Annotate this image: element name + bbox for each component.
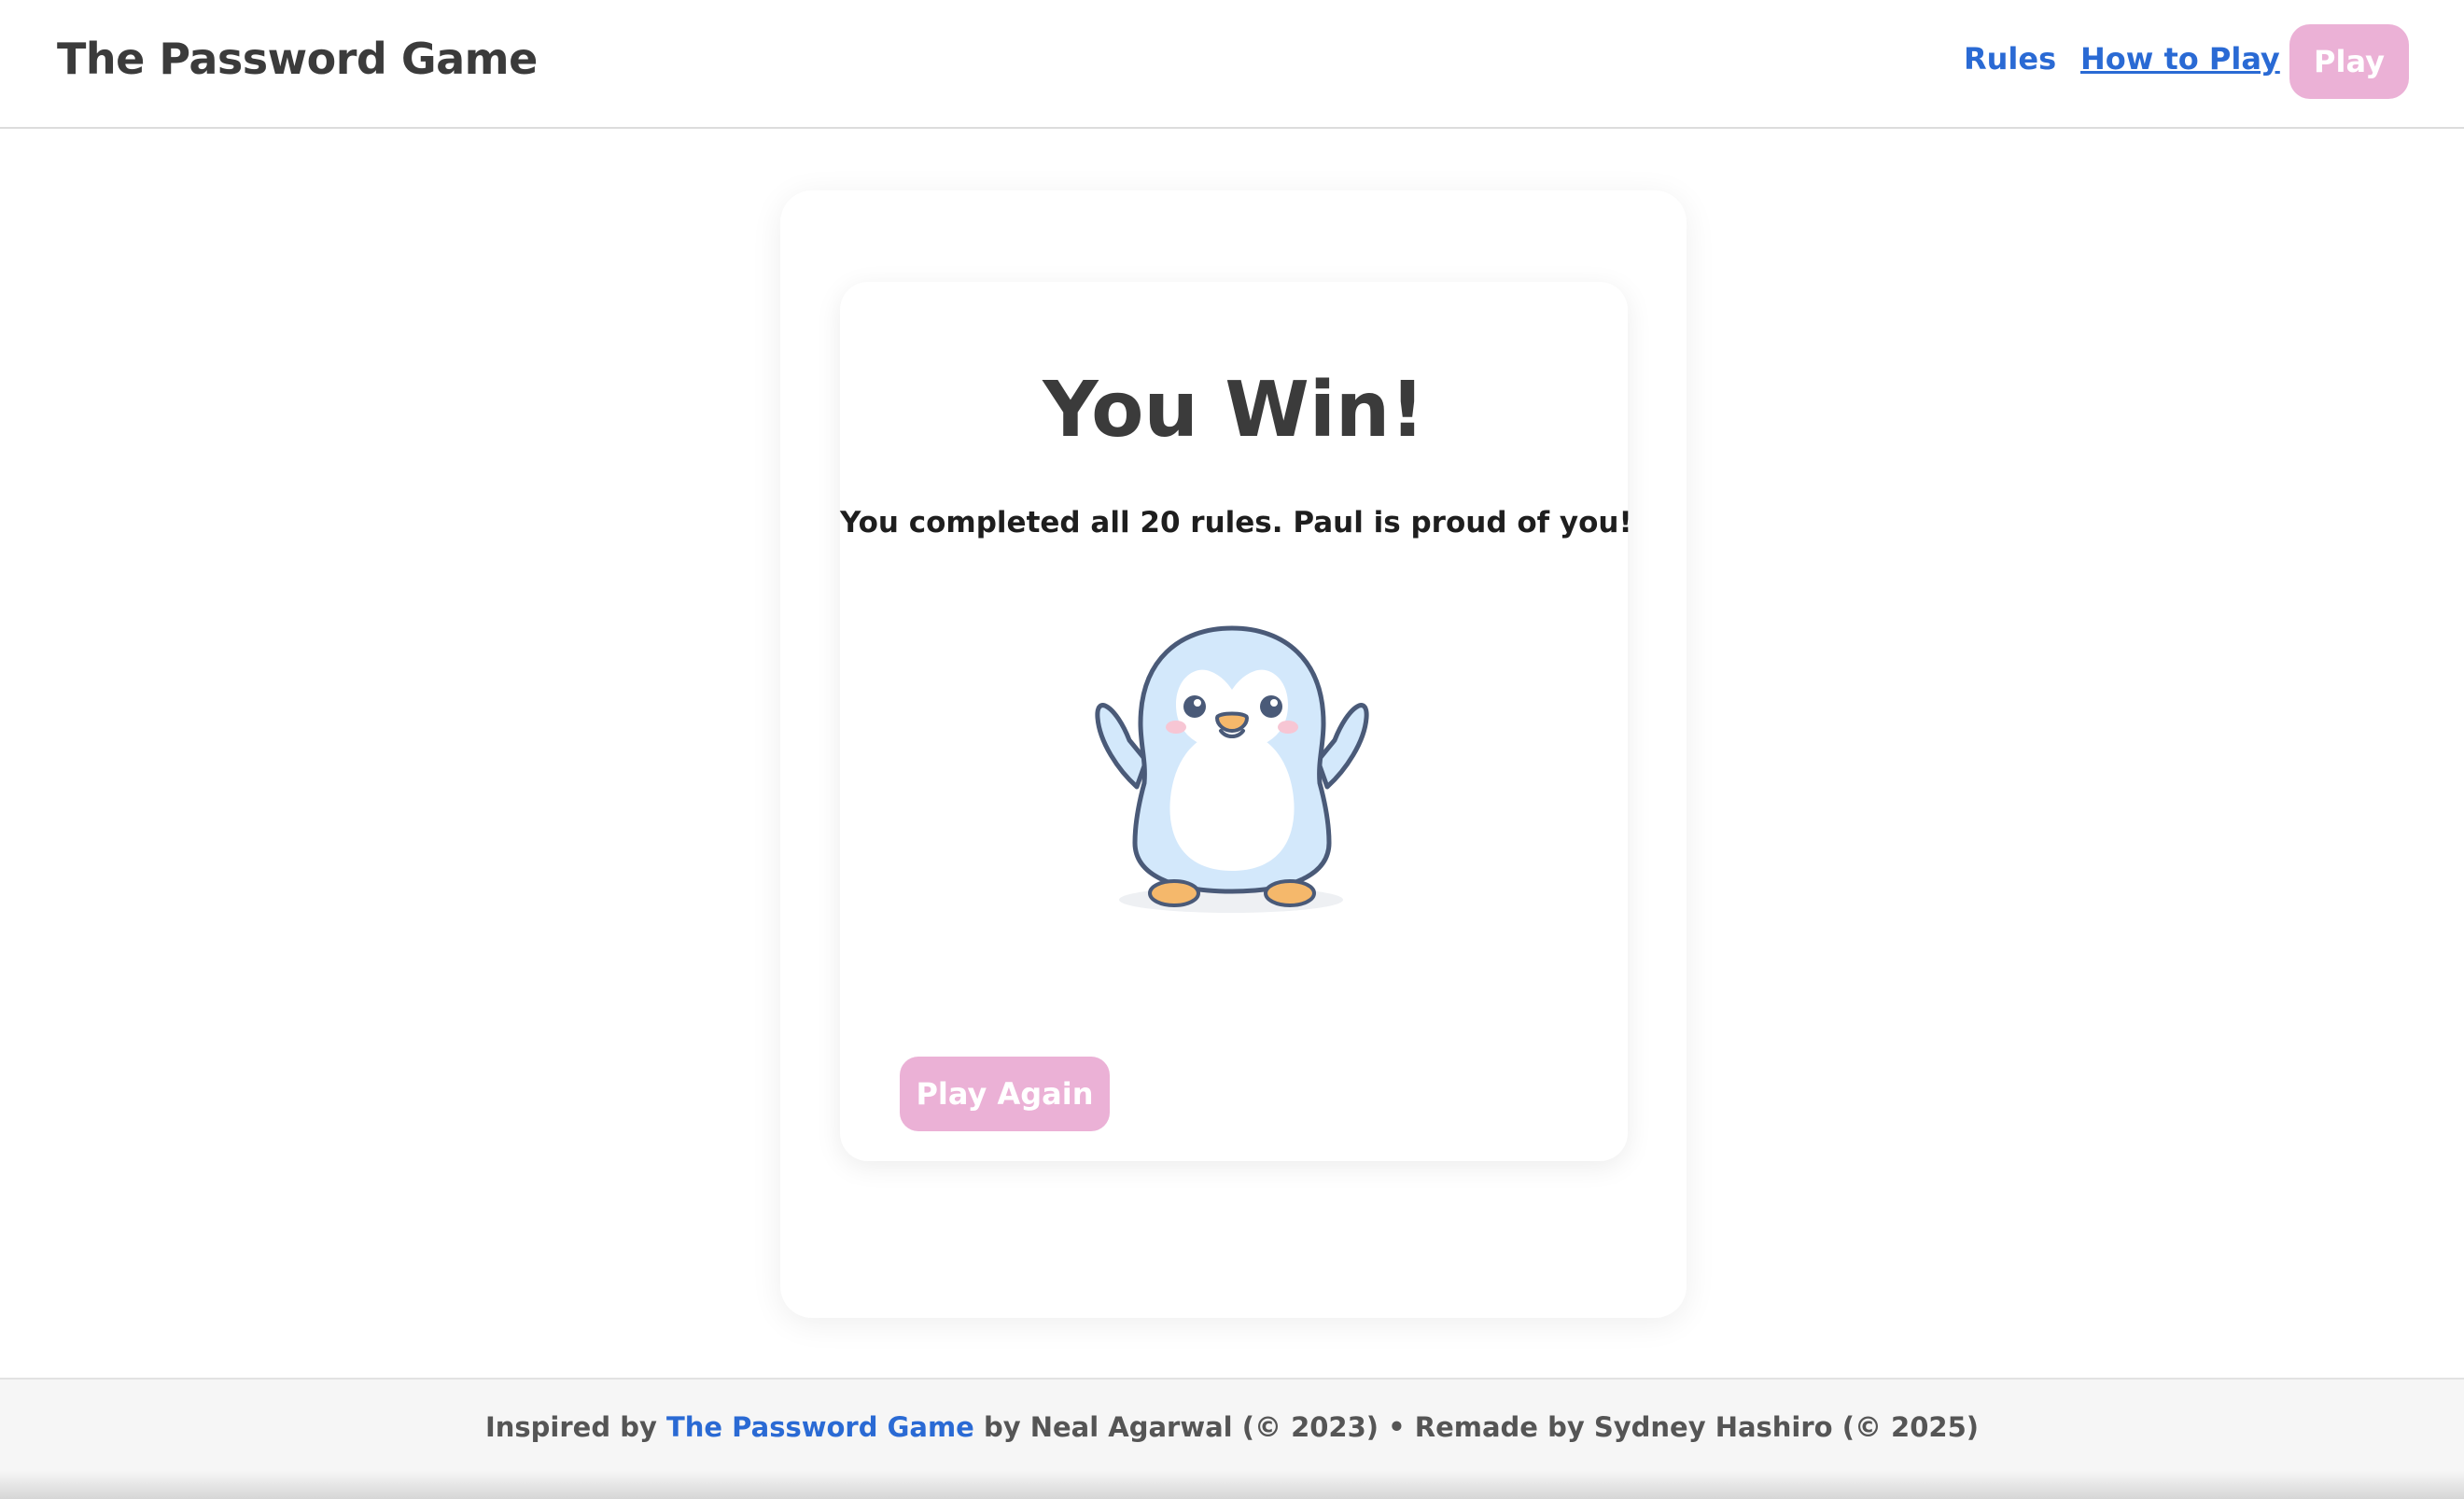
footer-credits: Inspired by The Password Game by Neal Ag… [0,1411,2464,1443]
top-nav-bar: The Password Game Rules How to Play Play [0,0,2464,129]
penguin-mascot-icon [1095,625,1369,913]
site-title[interactable]: The Password Game [57,34,538,84]
win-heading: You Win! [1043,366,1425,455]
footer-suffix: by Neal Agarwal (© 2023) • Remade by Syd… [973,1411,1980,1443]
play-button[interactable]: Play [2289,24,2409,99]
nav-link-how-to-play[interactable]: How to Play [2080,41,2280,77]
footer-prefix: Inspired by [484,1411,666,1443]
footer-link-original-game[interactable]: The Password Game [666,1411,974,1443]
nav-link-rules[interactable]: Rules [1964,41,2056,77]
footer: Inspired by The Password Game by Neal Ag… [0,1378,2464,1499]
win-message: You completed all 20 rules. Paul is prou… [840,506,1632,539]
play-again-button[interactable]: Play Again [900,1057,1110,1131]
footer-shadow [0,1471,2464,1499]
